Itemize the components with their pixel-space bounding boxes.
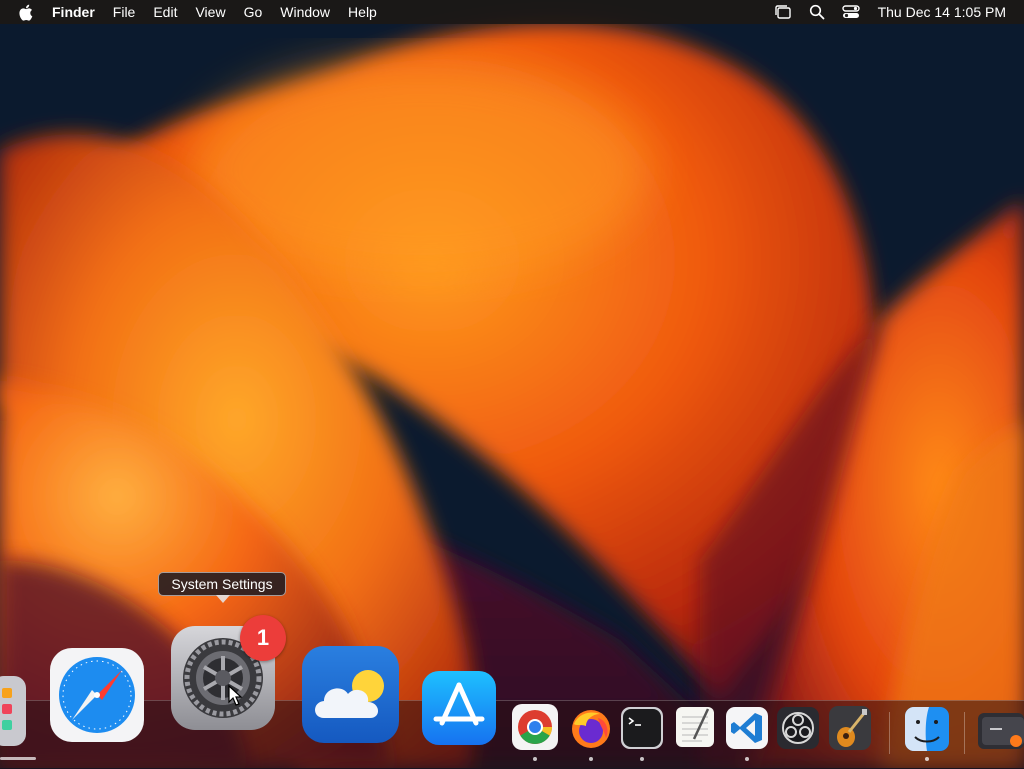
control-center-icon[interactable]: [841, 2, 861, 22]
chrome-running-indicator: [533, 757, 537, 761]
garageband-guitar-icon: [829, 706, 871, 750]
finder-running-indicator: [925, 757, 929, 761]
dock-terminal[interactable]: [621, 707, 663, 749]
dock-textedit[interactable]: [674, 705, 716, 749]
dock-divider: [889, 712, 890, 754]
weather-cloud-sun-icon: [302, 646, 399, 743]
menu-edit[interactable]: Edit: [144, 0, 186, 24]
desktop-wallpaper: [0, 0, 1024, 768]
launchpad-icon: [0, 676, 26, 746]
app-store-icon: [422, 671, 496, 745]
menu-bar-clock[interactable]: Thu Dec 14 1:05 PM: [878, 4, 1006, 20]
dock-safari[interactable]: [50, 648, 144, 742]
dock-chrome[interactable]: [512, 704, 558, 750]
menu-window[interactable]: Window: [271, 0, 339, 24]
dock-launchpad[interactable]: [0, 676, 28, 746]
spotlight-search-icon[interactable]: [807, 2, 827, 22]
dock-tooltip: System Settings: [158, 572, 286, 596]
menu-help[interactable]: Help: [339, 0, 386, 24]
downloads-folder-icon: [978, 713, 1024, 749]
obs-icon: [777, 707, 819, 749]
firefox-icon: [572, 710, 610, 748]
dock-garageband[interactable]: [829, 706, 871, 750]
stage-manager-icon[interactable]: [773, 2, 793, 22]
terminal-icon: [621, 707, 663, 749]
vscode-icon: [726, 707, 768, 749]
dock-downloads-stack[interactable]: [976, 709, 1024, 751]
dock-divider: [964, 712, 965, 754]
apple-icon[interactable]: [18, 3, 34, 21]
dock-vscode[interactable]: [726, 707, 768, 749]
chrome-icon: [512, 704, 558, 750]
vscode-running-indicator: [745, 757, 749, 761]
textedit-icon: [676, 707, 714, 747]
menu-file[interactable]: File: [104, 0, 145, 24]
menu-app-name[interactable]: Finder: [52, 0, 104, 24]
scroll-indicator: [0, 757, 36, 760]
menu-bar: Finder File Edit View Go Window Help Thu…: [0, 0, 1024, 24]
notification-badge: 1: [240, 615, 286, 661]
menu-view[interactable]: View: [186, 0, 234, 24]
dock-finder[interactable]: [905, 707, 949, 751]
dock-weather[interactable]: [302, 646, 399, 743]
menu-bar-status-area: Thu Dec 14 1:05 PM: [766, 0, 1024, 24]
dock-app-store[interactable]: [422, 671, 496, 745]
safari-compass-icon: [50, 648, 144, 742]
firefox-running-indicator: [589, 757, 593, 761]
terminal-running-indicator: [640, 757, 644, 761]
dock-obs[interactable]: [777, 707, 819, 749]
menu-go[interactable]: Go: [235, 0, 272, 24]
finder-face-icon: [905, 707, 949, 751]
tooltip-arrow: [216, 595, 230, 603]
dock-firefox[interactable]: [568, 706, 614, 752]
